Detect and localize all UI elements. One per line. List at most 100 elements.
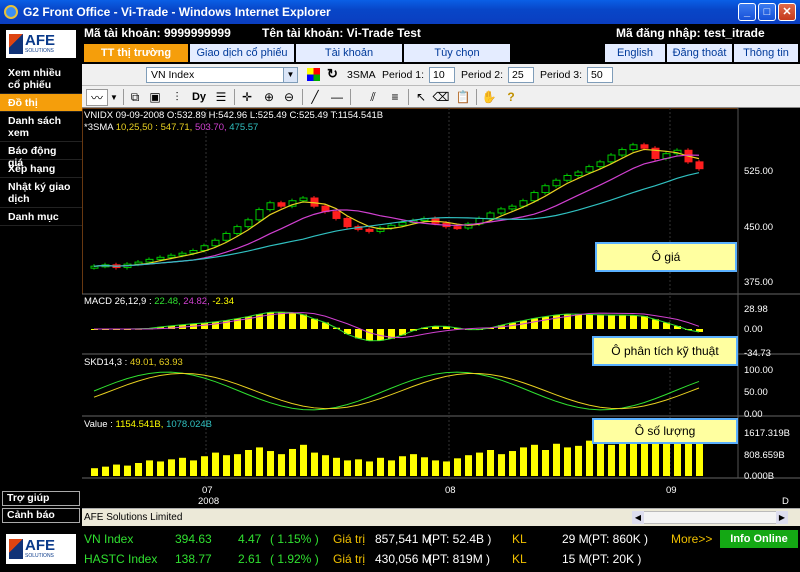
logo-mark-icon xyxy=(9,539,23,559)
pan-hand-icon[interactable]: ✋ xyxy=(480,89,498,106)
delete-icon[interactable]: ⌫ xyxy=(432,89,450,106)
scroll-right-icon[interactable]: ▶ xyxy=(776,511,788,524)
tab-account[interactable]: Tài khoản xyxy=(296,44,402,62)
x-corner-label: D xyxy=(782,496,789,507)
zoom-box-icon[interactable]: ⧉ xyxy=(126,89,144,106)
macd-bar xyxy=(575,314,582,329)
macd-bar xyxy=(630,315,637,329)
volume-bar xyxy=(124,465,131,476)
symbol-select[interactable]: VN Index ▼ xyxy=(146,67,298,83)
refresh-icon[interactable]: ↻ xyxy=(327,66,338,82)
color-palette-icon[interactable] xyxy=(307,68,320,81)
x-tick: 09 xyxy=(666,485,677,496)
nav-portfolio[interactable]: Danh mục xyxy=(0,208,82,226)
volume-bar xyxy=(542,450,549,476)
logo-sub: SOLUTIONS xyxy=(25,48,54,54)
symbol-value: VN Index xyxy=(151,69,195,81)
market-ticker: AFE SOLUTIONS VN Index 394.63 4.47 ( 1.15… xyxy=(0,528,800,572)
candle xyxy=(178,252,187,256)
ohlc-info: VNIDX 09-09-2008 O:532.89 H:542.96 L:525… xyxy=(84,110,384,121)
period2-input[interactable]: 25 xyxy=(508,67,534,83)
candle xyxy=(365,228,374,232)
chart-area[interactable]: VNIDX 09-09-2008 O:532.89 H:542.96 L:525… xyxy=(82,108,800,508)
nav-trade-log[interactable]: Nhật ký giao dịch xyxy=(0,178,82,208)
nav-watchlist[interactable]: Danh sách xem xyxy=(0,112,82,142)
english-button[interactable]: English xyxy=(605,44,665,62)
volume-bar xyxy=(509,451,516,476)
volume-bar xyxy=(641,439,648,476)
pointer-icon[interactable]: ↖ xyxy=(412,89,430,106)
logo-text: AFE xyxy=(25,537,55,554)
info-button[interactable]: Thông tin xyxy=(734,44,798,62)
scroll-left-icon[interactable]: ◀ xyxy=(632,511,644,524)
candle xyxy=(585,166,594,173)
volume-bar xyxy=(531,444,538,476)
volume-bar xyxy=(267,451,274,476)
chevron-down-icon: ▼ xyxy=(283,68,297,82)
price-tick: 375.00 xyxy=(744,277,774,288)
x-tick: 07 xyxy=(202,485,213,496)
help-button[interactable]: Trợ giúp xyxy=(2,491,80,506)
volume-bar xyxy=(377,457,384,476)
indicator-label: 3SMA xyxy=(347,69,376,81)
skd-tick: 0.00 xyxy=(744,409,763,420)
candle xyxy=(277,202,286,207)
volume-bar xyxy=(300,444,307,476)
sma-params: 10,25,50 : xyxy=(115,122,161,133)
fibonacci-icon[interactable]: ≡ xyxy=(386,89,404,106)
period3-input[interactable]: 50 xyxy=(587,67,613,83)
info-online-button[interactable]: Info Online xyxy=(720,530,798,548)
more-link[interactable]: More>> xyxy=(671,532,712,546)
nav-ranking[interactable]: Xếp hạng xyxy=(0,160,82,178)
nav-price-alert[interactable]: Báo động giá xyxy=(0,142,82,169)
horizontal-scrollbar[interactable] xyxy=(632,511,788,524)
candle xyxy=(299,197,308,202)
volume-bar xyxy=(432,460,439,476)
alert-button[interactable]: Cảnh báo xyxy=(2,508,80,523)
volume-tick: 0.000B xyxy=(744,471,775,482)
skd-label: SKD14,3 : xyxy=(84,357,130,368)
volume-bar xyxy=(333,457,340,476)
clipboard-icon[interactable]: 📋 xyxy=(454,89,472,106)
crosshair-icon[interactable]: ✛ xyxy=(238,89,256,106)
nav-chart[interactable]: Đồ thị xyxy=(0,94,82,112)
trendline-icon[interactable]: ╱ xyxy=(306,89,324,106)
minimize-button[interactable]: _ xyxy=(738,3,756,21)
volume-bar xyxy=(344,460,351,476)
logout-button[interactable]: Đăng thoát xyxy=(667,44,732,62)
chevron-down-icon[interactable]: ▼ xyxy=(109,89,119,106)
channel-icon[interactable]: ⫽ xyxy=(364,89,382,106)
candlestick-icon[interactable]: ⫶ xyxy=(168,89,186,106)
tab-stock-trading[interactable]: Giao dịch cổ phiếu xyxy=(190,44,294,62)
hastc-traded-value: 430,056 M xyxy=(375,552,432,566)
line-type-icon[interactable]: 〰 xyxy=(86,89,108,106)
volume-bar xyxy=(366,461,373,476)
candle xyxy=(398,222,407,226)
account-number: Mã tài khoản: 9999999999 xyxy=(84,26,231,40)
vnindex-traded-value: 857,541 M xyxy=(375,532,432,546)
close-button[interactable]: ✕ xyxy=(778,3,796,21)
hline-icon[interactable]: — xyxy=(328,89,346,106)
help-icon[interactable]: ? xyxy=(502,89,520,106)
volume-bar xyxy=(146,460,153,476)
macd-bar xyxy=(289,312,296,329)
period1-input[interactable]: 10 xyxy=(429,67,455,83)
save-icon[interactable]: ▣ xyxy=(146,89,164,106)
vnindex-pt: (PT: 52.4B ) xyxy=(428,532,492,546)
nav-watch-many[interactable]: Xem nhiều cổ phiếu xyxy=(0,64,82,94)
candle xyxy=(167,254,176,258)
hastc-name: HASTC Index xyxy=(84,552,158,566)
maximize-button[interactable]: □ xyxy=(758,3,776,21)
logo-mark-icon xyxy=(9,34,23,54)
volume-bar xyxy=(553,443,560,476)
tab-options[interactable]: Tùy chọn xyxy=(404,44,510,62)
candle xyxy=(629,144,638,151)
list-icon[interactable]: ☰ xyxy=(212,89,230,106)
period-d-icon[interactable]: Dy xyxy=(190,89,208,106)
tab-market-info[interactable]: TT thị trường xyxy=(84,44,188,62)
zoom-in-icon[interactable]: ⊕ xyxy=(260,89,278,106)
candle xyxy=(244,219,253,228)
zoom-out-icon[interactable]: ⊖ xyxy=(280,89,298,106)
x-year: 2008 xyxy=(198,496,220,507)
volume-value-1: 1154.541B, xyxy=(115,419,164,430)
